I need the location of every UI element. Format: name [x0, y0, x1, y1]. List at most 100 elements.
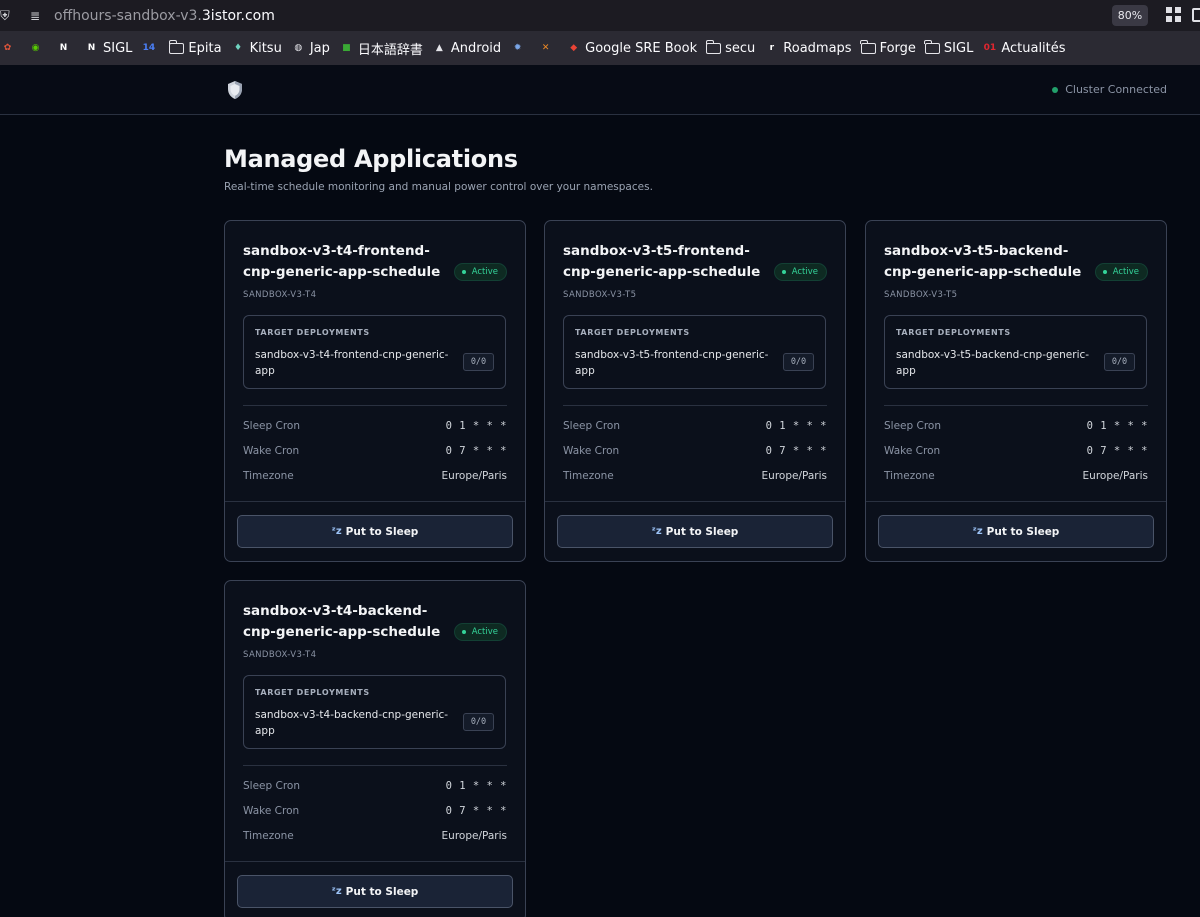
application-card: sandbox-v3-t4-backend-cnp-generic-app-sc…	[224, 580, 526, 917]
target-deployments-heading: TARGET DEPLOYMENTS	[255, 328, 370, 337]
replica-count-badge: 0/0	[1104, 353, 1135, 371]
status-dot	[1102, 270, 1107, 274]
sleep-cron-row: Sleep Cron 0 1 * * *	[243, 420, 507, 432]
divider	[243, 765, 507, 766]
sleep-cron-value: 0 1 * * *	[445, 780, 507, 792]
page-title: Managed Applications	[224, 145, 518, 173]
divider	[866, 501, 1166, 502]
status-label: Active	[471, 627, 498, 637]
schedule-name: sandbox-v3-t5-frontend-cnp-generic-app-s…	[563, 243, 761, 280]
folder-icon	[168, 39, 185, 54]
bookmark-label: secu	[725, 40, 756, 56]
bookmark-item[interactable]: 14	[141, 36, 167, 60]
sleep-cron-label: Sleep Cron	[884, 420, 942, 432]
replica-count-badge: 0/0	[463, 713, 494, 731]
bookmark-item[interactable]: ◆ Google SRE Book	[566, 36, 704, 60]
divider	[225, 501, 525, 502]
deployment-name: sandbox-v3-t4-frontend-cnp-generic-app	[255, 349, 449, 377]
bookmark-label: Jap	[309, 40, 330, 56]
gear-icon: ✹	[513, 43, 522, 53]
wake-cron-label: Wake Cron	[243, 445, 300, 457]
bookmark-item[interactable]: ✕	[538, 36, 564, 60]
tracking-shield-icon[interactable]: ⛨	[0, 9, 14, 24]
notion-icon: N	[59, 43, 68, 53]
put-to-sleep-button[interactable]: ᶻz Put to Sleep	[557, 515, 833, 548]
bookmark-label: Google SRE Book	[585, 40, 698, 56]
kitsu-icon: ♦	[234, 43, 243, 53]
target-deployments-box: TARGET DEPLOYMENTS sandbox-v3-t5-backend-…	[884, 315, 1147, 389]
timezone-value: Europe/Paris	[441, 830, 507, 842]
bookmarks-bar: ✿ ◉ N N SIGL 14 Epita ♦ Kitsu ◍ Jap ■ 日本語辞書 ▲ Android ✹…	[0, 31, 1200, 65]
bookmark-item[interactable]: r Roadmaps	[764, 36, 858, 60]
wake-cron-value: 0 7 * * *	[445, 445, 507, 457]
sleep-cron-row: Sleep Cron 0 1 * * *	[884, 420, 1148, 432]
schedule-name: sandbox-v3-t5-backend-cnp-generic-app-sc…	[884, 243, 1082, 280]
schedule-name: sandbox-v3-t4-frontend-cnp-generic-app-s…	[243, 243, 441, 280]
sleep-icon: ᶻz	[651, 526, 662, 537]
bookmark-item[interactable]: secu	[705, 36, 762, 60]
status-label: Active	[791, 267, 818, 277]
bookmark-item[interactable]: ▲ Android	[432, 36, 508, 60]
target-deployments-heading: TARGET DEPLOYMENTS	[575, 328, 690, 337]
zoom-level-button[interactable]: 80%	[1112, 5, 1148, 26]
timezone-row: Timezone Europe/Paris	[563, 470, 827, 482]
bookmark-item[interactable]: N	[56, 36, 82, 60]
wake-cron-value: 0 7 * * *	[1086, 445, 1148, 457]
deployment-name: sandbox-v3-t4-backend-cnp-generic-app	[255, 709, 449, 737]
divider	[225, 861, 525, 862]
deployment-name: sandbox-v3-t5-backend-cnp-generic-app	[896, 349, 1090, 377]
put-to-sleep-label: Put to Sleep	[345, 885, 419, 898]
grid-extension-icon[interactable]	[1166, 7, 1182, 23]
status-badge: Active	[773, 263, 827, 281]
timezone-value: Europe/Paris	[441, 470, 507, 482]
put-to-sleep-button[interactable]: ᶻz Put to Sleep	[237, 515, 513, 548]
site-permissions-icon[interactable]: ≣	[30, 9, 44, 23]
wake-cron-row: Wake Cron 0 7 * * *	[563, 445, 827, 457]
bookmark-item[interactable]: ■ 日本語辞書	[339, 36, 430, 60]
bookmark-item[interactable]: N SIGL	[84, 36, 139, 60]
status-badge: Active	[1094, 263, 1148, 281]
put-to-sleep-button[interactable]: ᶻz Put to Sleep	[237, 875, 513, 908]
bookmark-label: Epita	[188, 40, 222, 56]
divider	[884, 405, 1148, 406]
extension-icon[interactable]	[1192, 8, 1200, 22]
bookmark-item[interactable]: ♦ Kitsu	[231, 36, 289, 60]
folder-icon	[860, 39, 876, 54]
bookmark-item[interactable]: Epita	[168, 36, 228, 60]
bookmark-item[interactable]: ✹	[510, 36, 536, 60]
bookmark-item[interactable]: ◉	[28, 36, 54, 60]
put-to-sleep-label: Put to Sleep	[345, 525, 419, 538]
target-deployments-heading: TARGET DEPLOYMENTS	[255, 688, 370, 697]
sleep-cron-value: 0 1 * * *	[765, 420, 827, 432]
timezone-label: Timezone	[563, 470, 614, 482]
flower-icon: ✿	[3, 43, 12, 53]
sleep-cron-label: Sleep Cron	[243, 420, 301, 432]
sleep-cron-value: 0 1 * * *	[1086, 420, 1148, 432]
bookmark-item[interactable]: ◍ Jap	[291, 36, 337, 60]
schedule-name: sandbox-v3-t4-backend-cnp-generic-app-sc…	[243, 603, 441, 640]
target-deployments-box: TARGET DEPLOYMENTS sandbox-v3-t4-frontend…	[243, 315, 506, 389]
wake-cron-row: Wake Cron 0 7 * * *	[884, 445, 1148, 457]
x-icon: ✕	[541, 43, 550, 53]
wake-cron-row: Wake Cron 0 7 * * *	[243, 445, 507, 457]
put-to-sleep-label: Put to Sleep	[986, 525, 1060, 538]
put-to-sleep-button[interactable]: ᶻz Put to Sleep	[878, 515, 1154, 548]
status-dot	[1052, 86, 1059, 93]
timezone-label: Timezone	[884, 470, 935, 482]
target-deployments-heading: TARGET DEPLOYMENTS	[896, 328, 1011, 337]
timezone-label: Timezone	[243, 470, 294, 482]
bookmark-item[interactable]: 01 Actualités	[982, 36, 1072, 60]
folder-icon	[924, 39, 940, 54]
google-icon: ◆	[570, 43, 578, 53]
url-field[interactable]: offhours-sandbox-v3.3istor.com	[54, 8, 275, 24]
status-badge: Active	[453, 263, 507, 281]
application-card: sandbox-v3-t5-frontend-cnp-generic-app-s…	[544, 220, 846, 562]
bookmark-item[interactable]: ✿	[0, 36, 26, 60]
bookmark-item[interactable]: Forge	[860, 36, 923, 60]
divider	[243, 405, 507, 406]
status-label: Active	[471, 267, 498, 277]
shield-icon	[228, 81, 242, 99]
bookmark-label: Roadmaps	[783, 40, 852, 56]
wake-cron-value: 0 7 * * *	[445, 805, 507, 817]
bookmark-item[interactable]: SIGL	[924, 36, 980, 60]
